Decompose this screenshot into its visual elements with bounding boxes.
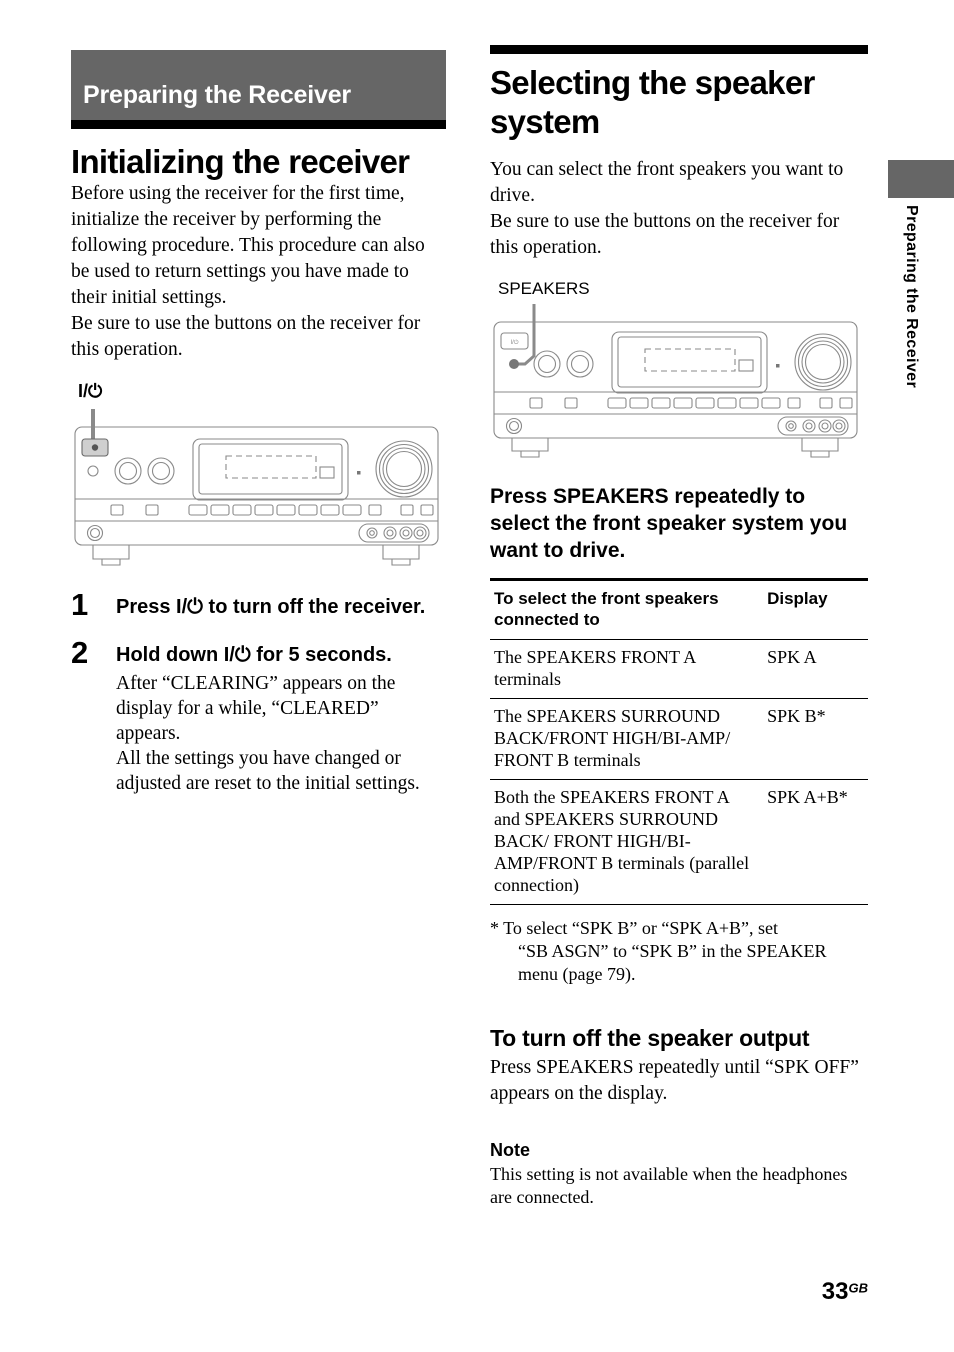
receiver-front-panel-diagram-right: SPEAKERS I/⏻	[490, 279, 868, 461]
page-title-selecting: Selecting the speaker system	[490, 64, 815, 140]
table-cell-select: The SPEAKERS FRONT A terminals	[494, 647, 696, 689]
svg-text:I/⏻: I/⏻	[510, 339, 518, 346]
document-page: Preparing the Receiver Initializing the …	[0, 0, 954, 1352]
page-title-initializing: Initializing the receiver	[71, 143, 410, 180]
note-body: This setting is not available when the h…	[490, 1164, 848, 1207]
table-body: The SPEAKERS FRONT A terminals SPK A The…	[490, 640, 868, 905]
table-row: The SPEAKERS FRONT A terminals SPK A	[490, 640, 868, 699]
table-cell-select: Both the SPEAKERS FRONT A and SPEAKERS S…	[494, 787, 750, 895]
receiver-illustration-left	[74, 409, 439, 566]
chapter-banner-title: Preparing the Receiver	[83, 81, 351, 109]
side-tab-marker	[888, 160, 954, 198]
page-footer: 33GB	[0, 1278, 868, 1306]
chapter-banner-rule	[71, 120, 446, 129]
receiver-illustration-right: I/⏻	[493, 304, 858, 458]
footnote-line-2: “SB ASGN” to “SPK B” in the SPEAKER menu…	[518, 941, 827, 984]
step-2-body: After “CLEARING” appears on the display …	[116, 673, 420, 794]
right-column: Selecting the speaker system You can sel…	[490, 45, 868, 1209]
table-row: Both the SPEAKERS FRONT A and SPEAKERS S…	[490, 780, 868, 905]
step-1-number: 1	[71, 587, 89, 622]
table-header: To select the front speakers connected t…	[490, 579, 868, 640]
table-cell-display: SPK B*	[767, 706, 826, 726]
speaker-selection-table: To select the front speakers connected t…	[490, 578, 868, 905]
chapter-banner: Preparing the Receiver	[71, 50, 446, 120]
subsection-body-turn-off: Press SPEAKERS repeatedly until “SPK OFF…	[490, 1057, 859, 1104]
page-number: 33	[821, 1278, 849, 1305]
left-column: Preparing the Receiver Initializing the …	[71, 50, 446, 796]
right-intro-paragraph-2: Be sure to use the buttons on the receiv…	[490, 211, 840, 258]
step-2-number: 2	[71, 635, 89, 670]
power-button-callout-label: I/⏻	[78, 381, 103, 401]
step-2: 2 Hold down I/⏻ for 5 seconds. After “CL…	[71, 637, 446, 796]
speakers-callout-label: SPEAKERS	[498, 279, 590, 298]
speakers-instruction-lead: Press SPEAKERS repeatedly to select the …	[490, 485, 848, 562]
right-title-rule	[490, 45, 868, 54]
left-intro-paragraph: Before using the receiver for the first …	[71, 183, 425, 308]
receiver-front-panel-diagram-left: I/⏻	[71, 381, 446, 566]
side-tab-label: Preparing the Receiver	[903, 205, 920, 389]
footnote-line-1: * To select “SPK B” or “SPK A+B”, set	[490, 918, 779, 938]
table-header-display: Display	[767, 589, 828, 608]
table-header-row: To select the front speakers connected t…	[490, 579, 868, 640]
left-intro-paragraph-2: Be sure to use the buttons on the receiv…	[71, 313, 421, 360]
right-intro-paragraph: You can select the front speakers you wa…	[490, 159, 844, 206]
step-2-heading: Hold down I/⏻ for 5 seconds.	[116, 644, 392, 666]
table-cell-select: The SPEAKERS SURROUND BACK/FRONT HIGH/BI…	[494, 706, 731, 770]
step-1: 1 Press I/⏻ to turn off the receiver.	[71, 589, 446, 620]
table-cell-display: SPK A+B*	[767, 787, 848, 807]
page-number-suffix: GB	[848, 1280, 869, 1296]
note-heading: Note	[490, 1140, 530, 1160]
step-1-heading: Press I/⏻ to turn off the receiver.	[116, 596, 426, 618]
table-row: The SPEAKERS SURROUND BACK/FRONT HIGH/BI…	[490, 699, 868, 780]
table-header-select: To select the front speakers connected t…	[494, 589, 719, 629]
table-footnote: * To select “SPK B” or “SPK A+B”, set “S…	[490, 917, 868, 986]
table-cell-display: SPK A	[767, 647, 817, 667]
subsection-heading-turn-off: To turn off the speaker output	[490, 1025, 810, 1051]
